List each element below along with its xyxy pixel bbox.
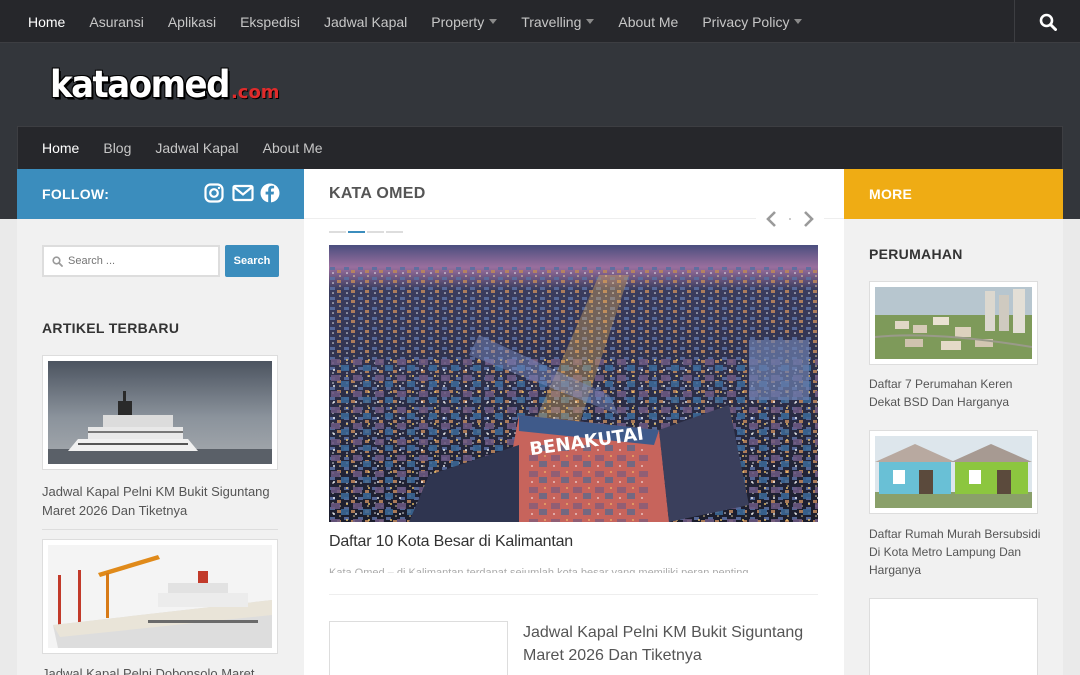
secondary-navigation: Home Blog Jadwal Kapal About Me — [17, 126, 1063, 169]
right-post-title-2[interactable]: Daftar Rumah Murah Bersubsidi Di Kota Me… — [869, 525, 1044, 579]
search-icon — [52, 255, 63, 267]
slider-dot[interactable] — [386, 231, 403, 233]
city-night-image: BENAKUTAI — [329, 245, 818, 522]
top-nav-jadwal-kapal[interactable]: Jadwal Kapal — [312, 14, 419, 30]
caret-down-icon — [794, 19, 803, 24]
sub-nav-home-label: Home — [42, 140, 80, 156]
divider — [42, 529, 278, 530]
top-navigation: Home Asuransi Aplikasi Ekspedisi Jadwal … — [0, 0, 1080, 43]
sub-nav-jadwal-kapal-label: Jadwal Kapal — [155, 140, 239, 156]
featured-post-title[interactable]: Daftar 10 Kota Besar di Kalimantan — [329, 533, 573, 551]
search-field-wrapper — [42, 245, 220, 277]
sub-nav-about-me[interactable]: About Me — [251, 140, 335, 156]
right-sidebar: MORE PERUMAHAN Daftar 7 Perumahan Keren … — [844, 169, 1063, 675]
sub-nav-jadwal-kapal[interactable]: Jadwal Kapal — [143, 140, 250, 156]
sub-nav-blog-label: Blog — [103, 140, 132, 156]
top-nav-property[interactable]: Property — [419, 14, 509, 30]
main-heading: KATA OMED — [329, 184, 426, 202]
top-nav-asuransi-label: Asuransi — [89, 13, 144, 30]
search-icon — [1039, 13, 1057, 31]
chevron-left-icon[interactable] — [764, 210, 778, 228]
left-sidebar: FOLLOW: Search ARTIKEL TERBARU — [17, 169, 304, 675]
top-nav-asuransi[interactable]: Asuransi — [77, 14, 155, 30]
sidebar-search: Search — [42, 245, 279, 277]
slider-dot-active[interactable] — [348, 231, 365, 233]
right-post-title-1[interactable]: Daftar 7 Perumahan Keren Dekat BSD Dan H… — [869, 375, 1044, 411]
more-bar: MORE — [844, 169, 1063, 219]
top-search-button[interactable] — [1014, 0, 1080, 43]
chevron-right-icon[interactable] — [802, 210, 816, 228]
featured-post-excerpt: Kata Omed – di Kalimantan terdapat sejum… — [329, 567, 749, 573]
facebook-icon[interactable] — [260, 183, 280, 203]
sub-nav-about-me-label: About Me — [262, 140, 323, 156]
top-nav-jadwal-kapal-label: Jadwal Kapal — [324, 13, 408, 30]
top-nav-privacy-policy[interactable]: Privacy Policy — [690, 14, 814, 30]
caret-down-icon — [586, 19, 595, 24]
ship-photo-image — [48, 361, 272, 464]
ship-photo-image — [48, 545, 272, 648]
featured-post-image[interactable]: BENAKUTAI — [329, 245, 818, 522]
sub-nav-home[interactable]: Home — [30, 140, 91, 156]
top-nav-home[interactable]: Home — [16, 14, 77, 30]
slider-indicators — [329, 231, 403, 233]
logo-main-text: kataomed — [50, 63, 230, 107]
housing-aerial-image — [874, 287, 1033, 359]
search-input[interactable] — [68, 255, 208, 267]
top-nav-about-me-label: About Me — [618, 13, 679, 30]
top-nav-ekspedisi-label: Ekspedisi — [240, 13, 300, 30]
mail-icon[interactable] — [232, 183, 254, 203]
caret-down-icon — [489, 19, 498, 24]
top-nav-property-label: Property — [431, 13, 485, 30]
top-nav-travelling-label: Travelling — [521, 13, 582, 30]
second-post-title[interactable]: Jadwal Kapal Pelni KM Bukit Siguntang Ma… — [523, 621, 813, 667]
follow-bar: FOLLOW: — [17, 169, 304, 219]
recent-post-title-1[interactable]: Jadwal Kapal Pelni KM Bukit Siguntang Ma… — [42, 482, 282, 520]
sub-nav-blog[interactable]: Blog — [91, 140, 143, 156]
perumahan-title: PERUMAHAN — [869, 246, 963, 262]
recent-post-thumbnail-1[interactable] — [42, 355, 278, 470]
slider-arrows — [756, 207, 824, 231]
main-content: KATA OMED BENAKUTAI Daftar 10 Kota Besar… — [304, 169, 844, 675]
top-nav-about-me[interactable]: About Me — [606, 14, 690, 30]
house-photo-image — [875, 436, 1032, 508]
top-nav-travelling[interactable]: Travelling — [509, 14, 606, 30]
top-nav-home-label: Home — [28, 13, 66, 30]
right-post-thumbnail-2[interactable] — [869, 430, 1038, 514]
site-logo[interactable]: kataomed .com — [50, 63, 280, 107]
instagram-icon[interactable] — [204, 183, 224, 203]
top-nav-ekspedisi[interactable]: Ekspedisi — [228, 14, 312, 30]
recent-post-thumbnail-2[interactable] — [42, 539, 278, 654]
divider — [329, 594, 818, 595]
follow-label: FOLLOW: — [42, 186, 110, 202]
right-post-thumbnail-1[interactable] — [869, 281, 1038, 365]
top-nav-aplikasi[interactable]: Aplikasi — [156, 14, 228, 30]
slider-dot[interactable] — [367, 231, 384, 233]
top-nav-aplikasi-label: Aplikasi — [167, 13, 217, 30]
logo-ext-text: .com — [230, 82, 280, 103]
right-post-thumbnail-3[interactable] — [869, 598, 1038, 675]
slider-dot[interactable] — [329, 231, 346, 233]
second-post-thumbnail[interactable] — [329, 621, 508, 675]
recent-articles-title: ARTIKEL TERBARU — [42, 320, 180, 336]
top-nav-privacy-policy-label: Privacy Policy — [702, 13, 790, 30]
social-icons — [204, 183, 280, 203]
search-button[interactable]: Search — [225, 245, 279, 277]
more-label: MORE — [869, 186, 913, 202]
recent-post-title-2[interactable]: Jadwal Kapal Pelni Dobonsolo Maret — [42, 664, 282, 675]
top-nav-items: Home Asuransi Aplikasi Ekspedisi Jadwal … — [16, 0, 814, 43]
arrow-separator — [789, 218, 791, 220]
